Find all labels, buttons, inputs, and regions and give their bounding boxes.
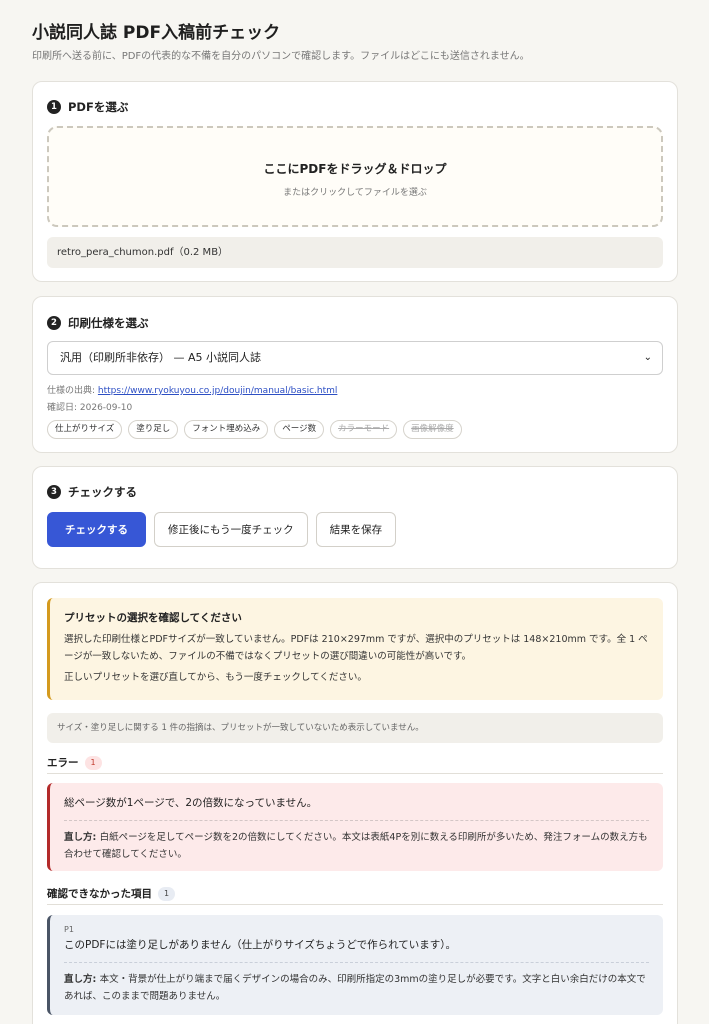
page-subtitle: 印刷所へ送る前に、PDFの代表的な不備を自分のパソコンで確認します。ファイルはど…	[32, 51, 530, 62]
recheck-button[interactable]: 修正後にもう一度チェック	[154, 512, 308, 547]
error-title: 総ページ数が1ページで、2の倍数になっていません。	[64, 797, 318, 809]
check-button[interactable]: チェックする	[47, 512, 146, 547]
page-title: 小説同人誌 PDF入稿前チェック	[32, 23, 281, 43]
step3-number: 3	[47, 485, 61, 499]
step2-header: 2 印刷仕様を選ぶ	[47, 315, 149, 331]
save-results-button[interactable]: 結果を保存	[315, 512, 397, 547]
tag-trim-size: 仕上がりサイズ	[47, 420, 123, 439]
preset-select[interactable]: 汎用（印刷所非依存） — A5 小説同人誌 ⌄	[47, 341, 663, 375]
step2-number: 2	[47, 316, 61, 330]
errors-header: エラー 1	[47, 752, 663, 774]
results-card: プリセットの選択を確認してください 選択した印刷仕様とPDFサイズが一致していま…	[32, 582, 678, 1024]
step1-card: 1 PDFを選ぶ ここにPDFをドラッグ＆ドロップ またはクリックしてファイルを…	[32, 81, 678, 282]
step3-card: 3 チェックする チェックする 修正後にもう一度チェック 結果を保存	[32, 466, 678, 569]
tag-image-resolution: 画像解像度	[403, 420, 462, 439]
error-item: 総ページ数が1ページで、2の倍数になっていません。 直し方: 白紙ページを足して…	[47, 783, 663, 871]
tag-color-mode: カラーモード	[330, 420, 398, 439]
spec-source-link[interactable]: https://www.ryokuyou.co.jp/doujin/manual…	[98, 386, 337, 396]
dropzone-title: ここにPDFをドラッグ＆ドロップ	[263, 162, 447, 176]
tag-bleed: 塗り足し	[128, 420, 179, 439]
errors-count-badge: 1	[84, 755, 102, 770]
warning-title: プリセットの選択を確認してください	[64, 612, 242, 624]
step1-header: 1 PDFを選ぶ	[47, 99, 128, 115]
preset-select-value: 汎用（印刷所非依存） — A5 小説同人誌	[60, 351, 262, 364]
unverified-page: P1	[64, 925, 74, 934]
action-buttons: チェックする 修正後にもう一度チェック 結果を保存	[47, 512, 397, 547]
warning-body: 選択した印刷仕様とPDFサイズが一致していません。PDFは 210×297mm …	[64, 631, 649, 686]
errors-label: エラー	[47, 757, 79, 769]
preset-warning: プリセットの選択を確認してください 選択した印刷仕様とPDFサイズが一致していま…	[47, 598, 663, 700]
step3-title: チェックする	[68, 485, 137, 499]
unverified-header: 確認できなかった項目 1	[47, 883, 663, 905]
step1-number: 1	[47, 100, 61, 114]
spec-source-label: 仕様の出典:	[47, 386, 98, 396]
tag-font-embed: フォント埋め込み	[184, 420, 269, 439]
warning-text-1: 選択した印刷仕様とPDFサイズが一致していません。PDFは 210×297mm …	[64, 634, 648, 662]
hidden-issues-note: サイズ・塗り足しに関する 1 件の指摘は、プリセットが一致していないため表示して…	[47, 713, 663, 743]
unverified-title: このPDFには塗り足しがありません（仕上がりサイズちょうどで作られています）。	[64, 939, 457, 951]
unverified-count-badge: 1	[158, 886, 176, 901]
step1-title: PDFを選ぶ	[68, 100, 129, 114]
error-fix: 直し方: 白紙ページを足してページ数を2の倍数にしてください。本文は表紙4Pを別…	[64, 820, 649, 863]
error-fix-text: 白紙ページを足してページ数を2の倍数にしてください。本文は表紙4Pを別に数える印…	[64, 832, 648, 860]
unverified-fix-label: 直し方:	[64, 974, 100, 985]
chevron-down-icon: ⌄	[643, 352, 652, 363]
spec-checked-date: 確認日: 2026-09-10	[47, 403, 133, 413]
step2-title: 印刷仕様を選ぶ	[68, 316, 149, 330]
spec-source: 仕様の出典: https://www.ryokuyou.co.jp/doujin…	[47, 383, 337, 396]
dropzone-subtitle: またはクリックしてファイルを選ぶ	[283, 188, 427, 198]
check-tags: 仕上がりサイズ 塗り足し フォント埋め込み ページ数 カラーモード 画像解像度	[47, 420, 462, 439]
unverified-fix-text: 本文・背景が仕上がり端まで届くデザインの場合のみ、印刷所指定の3mmの塗り足しが…	[64, 974, 646, 1002]
warning-text-2: 正しいプリセットを選び直してから、もう一度チェックしてください。	[64, 672, 367, 683]
step3-header: 3 チェックする	[47, 484, 137, 500]
fix-label: 直し方:	[64, 832, 100, 843]
unverified-item: P1 このPDFには塗り足しがありません（仕上がりサイズちょうどで作られています…	[47, 915, 663, 1015]
unverified-fix: 直し方: 本文・背景が仕上がり端まで届くデザインの場合のみ、印刷所指定の3mmの…	[64, 962, 649, 1005]
step2-card: 2 印刷仕様を選ぶ 汎用（印刷所非依存） — A5 小説同人誌 ⌄ 仕様の出典:…	[32, 296, 678, 453]
unverified-label: 確認できなかった項目	[47, 888, 152, 900]
selected-file-info: retro_pera_chumon.pdf（0.2 MB）	[47, 237, 663, 268]
pdf-dropzone[interactable]: ここにPDFをドラッグ＆ドロップ またはクリックしてファイルを選ぶ	[47, 126, 663, 227]
tag-page-count: ページ数	[274, 420, 325, 439]
